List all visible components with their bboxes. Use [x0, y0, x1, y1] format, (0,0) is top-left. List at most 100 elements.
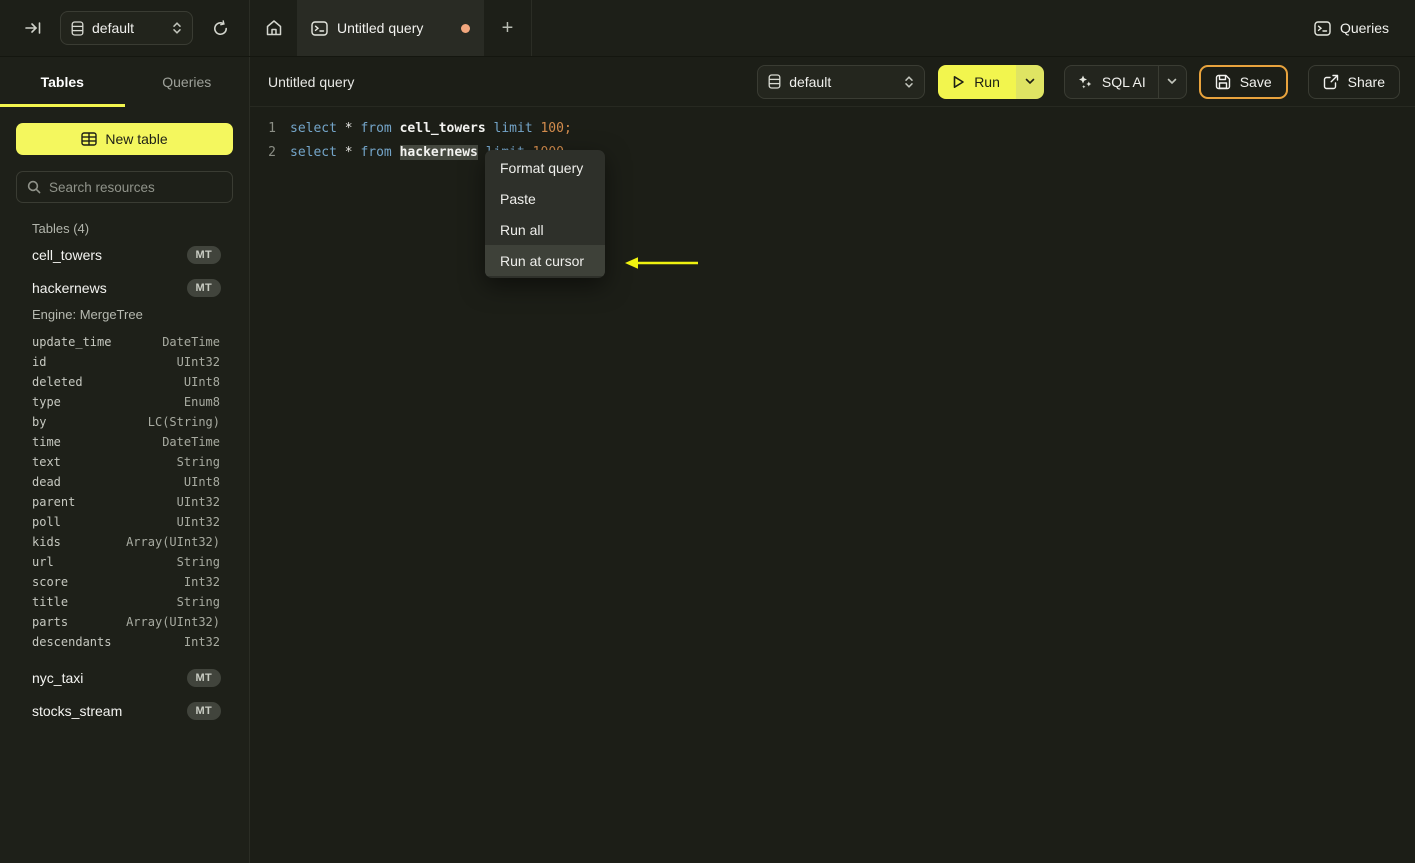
- tab-untitled-query[interactable]: Untitled query: [297, 0, 484, 56]
- table-row-cell_towers[interactable]: cell_towers MT: [16, 239, 233, 271]
- chevron-updown-icon: [172, 21, 182, 35]
- collapse-sidebar-button[interactable]: [18, 13, 48, 43]
- column-type: LC(String): [147, 415, 220, 429]
- column-type: UInt32: [176, 355, 220, 369]
- table-row-stocks_stream[interactable]: stocks_stream MT: [16, 695, 233, 727]
- engine-badge: MT: [186, 669, 221, 687]
- code-token: *: [344, 120, 353, 136]
- code-lines: 1 select * from cell_towers limit 100; 2 se…: [250, 116, 1415, 164]
- query-header: Untitled query default Run SQL AI Save S…: [250, 57, 1415, 107]
- table-row-hackernews[interactable]: hackernews MT: [16, 272, 233, 304]
- column-name: dead: [32, 475, 61, 489]
- plus-icon: +: [501, 16, 514, 39]
- sidebar-tab-queries[interactable]: Queries: [125, 57, 250, 107]
- context-menu-item-format-query[interactable]: Format query: [485, 152, 605, 183]
- column-name: title: [32, 595, 69, 609]
- engine-badge: MT: [186, 246, 221, 264]
- column-type: String: [176, 555, 220, 569]
- schema-column-row: poll UInt32: [16, 512, 233, 532]
- refresh-icon: [212, 19, 229, 37]
- toolbar-database-selector[interactable]: default: [757, 64, 926, 99]
- chevron-updown-icon: [904, 75, 914, 89]
- sql-ai-button[interactable]: SQL AI: [1065, 74, 1158, 90]
- search-resources-box[interactable]: [16, 171, 233, 203]
- column-name: update_time: [32, 335, 112, 349]
- context-menu-item-run-at-cursor[interactable]: Run at cursor: [485, 245, 605, 276]
- share-button[interactable]: Share: [1307, 64, 1400, 99]
- column-name: parent: [32, 495, 76, 509]
- code-token: cell_towers: [399, 120, 486, 136]
- column-name: type: [32, 395, 61, 409]
- schema-column-row: type Enum8: [16, 392, 233, 412]
- play-icon: [952, 75, 965, 89]
- new-table-button-label: New table: [105, 131, 168, 147]
- code-token: 100: [540, 120, 564, 136]
- sidebar-tabs: Tables Queries: [0, 57, 249, 107]
- run-button-group: Run: [938, 64, 1044, 99]
- new-tab-button[interactable]: +: [484, 0, 532, 56]
- column-type: String: [176, 455, 220, 469]
- table-engine-label: Engine: MergeTree: [32, 307, 143, 322]
- collapse-sidebar-icon: [24, 21, 42, 35]
- sql-ai-options-button[interactable]: [1157, 65, 1186, 98]
- annotation-arrow: [624, 255, 700, 271]
- schema-column-row: text String: [16, 452, 233, 472]
- refresh-button[interactable]: [205, 13, 235, 43]
- column-type: DateTime: [162, 335, 220, 349]
- sidebar-tab-tables[interactable]: Tables: [0, 57, 125, 107]
- schema-column-row: kids Array(UInt32): [16, 532, 233, 552]
- tab-strip: Untitled query + Queries: [250, 0, 1415, 56]
- table-name: cell_towers: [32, 247, 103, 263]
- code-line-2: 2select * from hackernews limit 1000: [250, 140, 1415, 164]
- sql-ai-button-label: SQL AI: [1101, 73, 1146, 90]
- queries-button-label: Queries: [1339, 20, 1389, 36]
- schema-column-row: update_time DateTime: [16, 332, 233, 352]
- column-type: UInt32: [176, 495, 220, 509]
- column-type: UInt8: [183, 475, 220, 489]
- sidebar-content: New table Tables (4) cell_towersMThacker…: [0, 107, 249, 727]
- schema-column-row: dead UInt8: [16, 472, 233, 492]
- schema-column-row: time DateTime: [16, 432, 233, 452]
- home-icon: [265, 19, 283, 37]
- column-name: id: [32, 355, 47, 369]
- code-line-1: 1 select * from cell_towers limit 100;: [250, 116, 1415, 140]
- column-type: UInt32: [176, 515, 220, 529]
- context-menu-item-paste[interactable]: Paste: [485, 183, 605, 214]
- new-table-button[interactable]: New table: [16, 123, 233, 155]
- save-button-label: Save: [1239, 73, 1272, 90]
- queries-button[interactable]: Queries: [1302, 0, 1415, 56]
- sql-ai-button-group: SQL AI: [1063, 64, 1187, 99]
- save-icon: [1215, 74, 1231, 90]
- schema-gap: [16, 652, 233, 661]
- column-type: Int32: [183, 575, 220, 589]
- save-button[interactable]: Save: [1198, 64, 1288, 99]
- app-shell: Tables Queries New table Search resource…: [0, 57, 1415, 863]
- column-name: poll: [32, 515, 61, 529]
- share-icon: [1323, 74, 1339, 90]
- unsaved-indicator-dot: [461, 23, 470, 33]
- code-token: select: [290, 120, 337, 136]
- engine-badge: MT: [186, 279, 221, 297]
- home-button[interactable]: [250, 0, 297, 56]
- schema-column-row: title String: [16, 592, 233, 612]
- search-resources-input[interactable]: [49, 179, 226, 195]
- schema-column-row: descendants Int32: [16, 632, 233, 652]
- context-menu-item-run-all[interactable]: Run all: [485, 214, 605, 245]
- table-grid-icon: [81, 132, 98, 146]
- share-button-label: Share: [1347, 73, 1385, 90]
- code-token: *: [344, 144, 353, 160]
- sql-editor[interactable]: 1 select * from cell_towers limit 100; 2 se…: [250, 107, 1415, 863]
- column-type: Enum8: [183, 395, 220, 409]
- run-options-button[interactable]: [1015, 64, 1044, 99]
- sidebar-database-selector[interactable]: default: [60, 11, 193, 45]
- chevron-down-icon: [1025, 78, 1035, 85]
- run-button[interactable]: Run: [938, 64, 1016, 99]
- schema-column-row: parent UInt32: [16, 492, 233, 512]
- query-toolbar: default Run SQL AI Save Share: [757, 64, 1400, 99]
- table-schema: update_time DateTime id UInt32 deleted UInt8 t…: [16, 332, 233, 652]
- code-token: limit: [493, 120, 533, 136]
- column-name: url: [32, 555, 54, 569]
- table-row-nyc_taxi[interactable]: nyc_taxi MT: [16, 662, 233, 694]
